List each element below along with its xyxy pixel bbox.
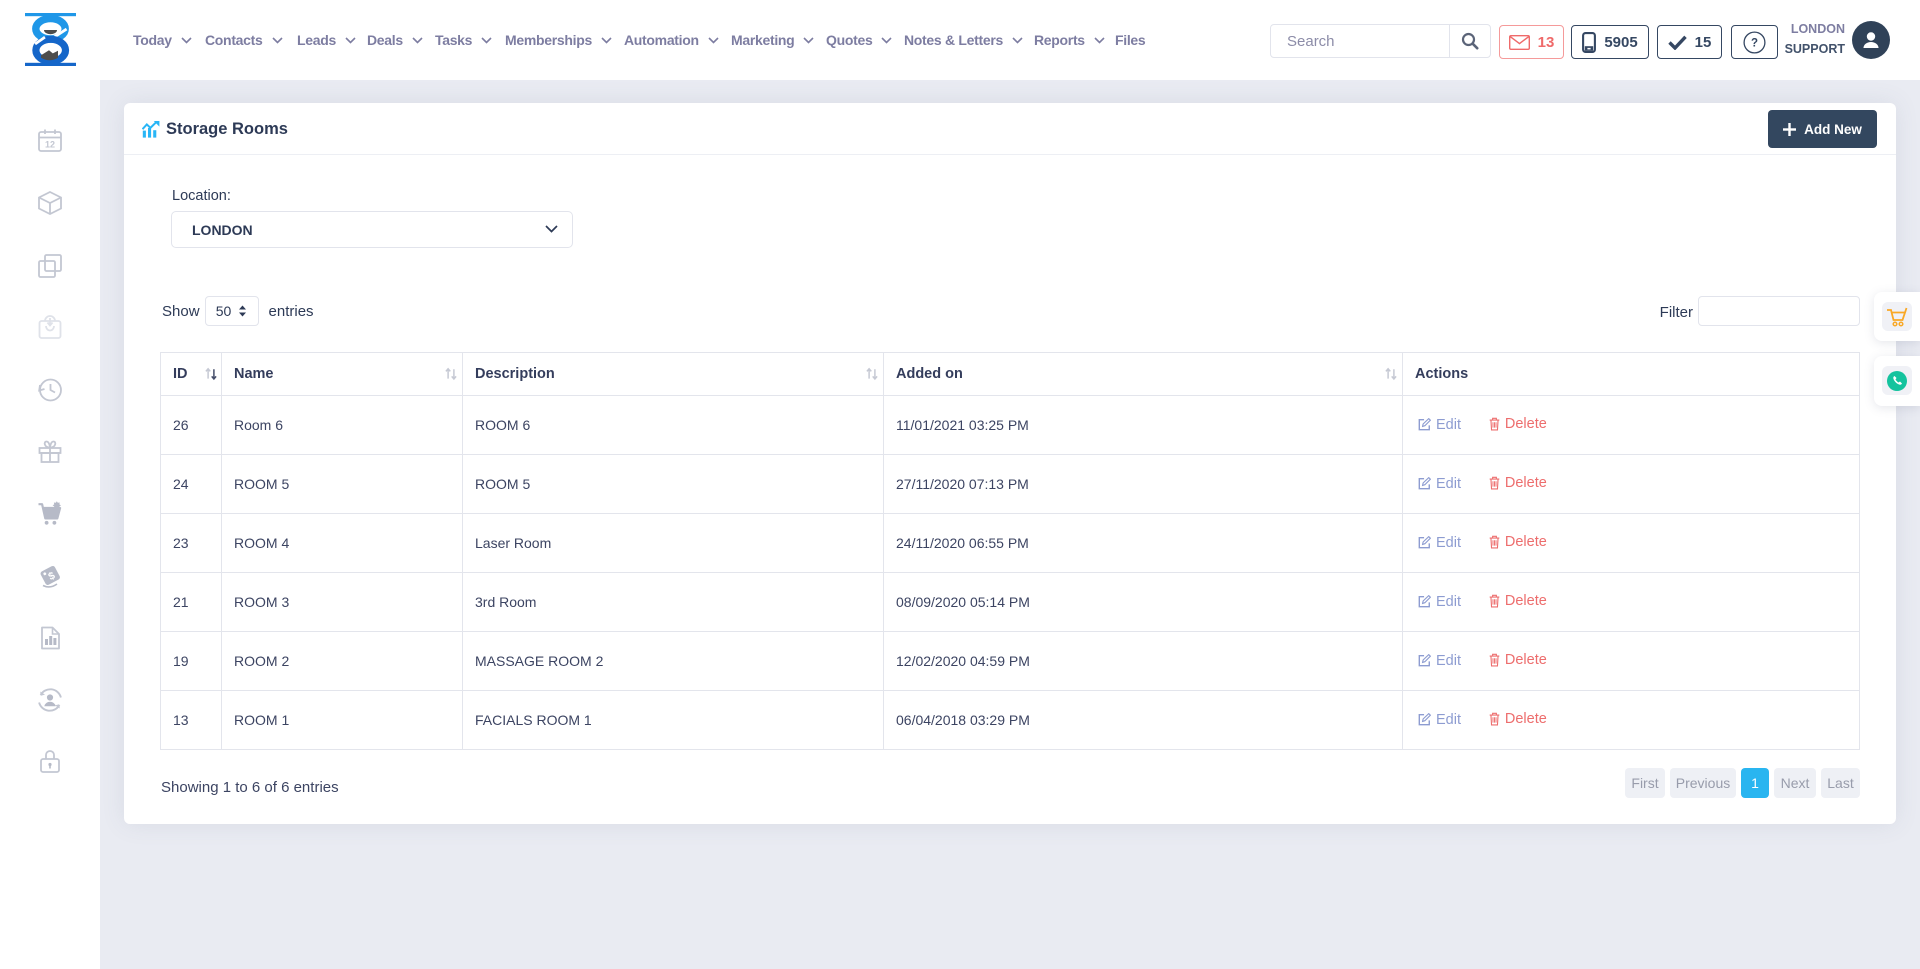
svg-text:?: ?: [1751, 37, 1758, 49]
svg-text:12: 12: [45, 140, 55, 150]
